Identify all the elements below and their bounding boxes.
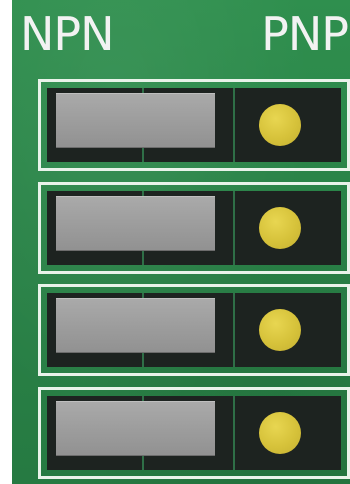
jumper-switch-3[interactable] bbox=[38, 284, 350, 376]
switch-divider bbox=[233, 293, 235, 367]
switch-slider[interactable] bbox=[56, 401, 215, 456]
jumper-switch-4[interactable] bbox=[38, 387, 350, 479]
switch-divider bbox=[233, 191, 235, 265]
npn-label: NPN bbox=[20, 7, 115, 61]
switch-slider[interactable] bbox=[56, 298, 215, 353]
switch-divider bbox=[233, 88, 235, 162]
switch-slider[interactable] bbox=[56, 196, 215, 251]
jumper-switch-2[interactable] bbox=[38, 182, 350, 274]
switch-slider[interactable] bbox=[56, 93, 215, 148]
jumper-selector-board: NPN PNP bbox=[12, 0, 350, 484]
jumper-switch-1[interactable] bbox=[38, 79, 350, 171]
pnp-label: PNP bbox=[261, 7, 349, 61]
indicator-dot-icon bbox=[259, 104, 301, 146]
switch-divider bbox=[233, 396, 235, 470]
indicator-dot-icon bbox=[259, 309, 301, 351]
indicator-dot-icon bbox=[259, 207, 301, 249]
indicator-dot-icon bbox=[259, 412, 301, 454]
